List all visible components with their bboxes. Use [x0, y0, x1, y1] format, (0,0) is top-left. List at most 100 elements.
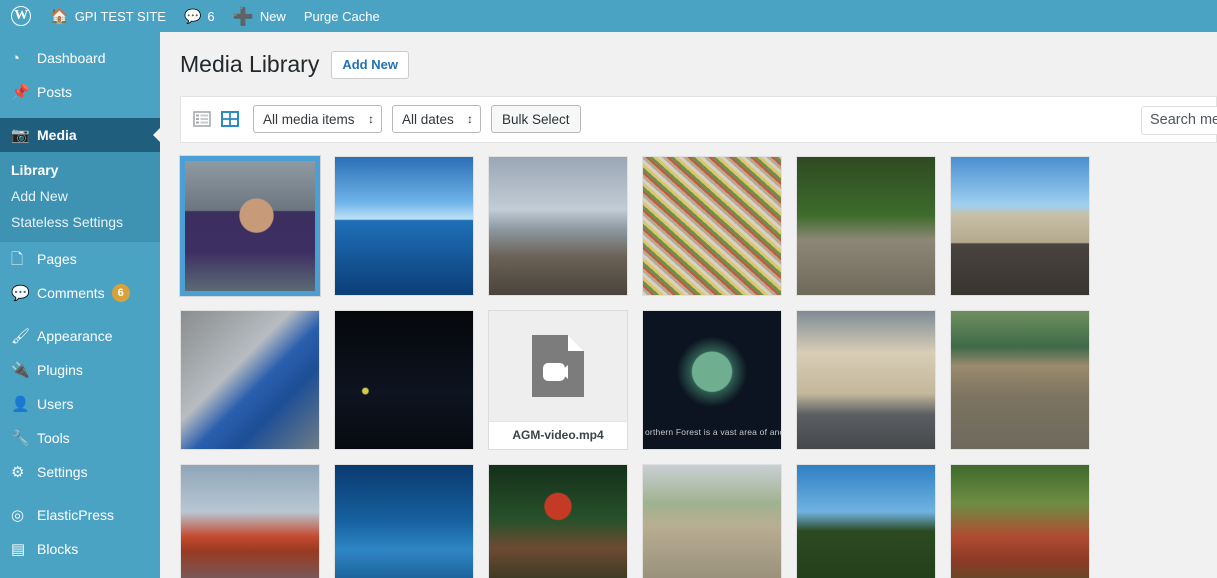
sidebar-item-plugins[interactable]: 🔌 Plugins	[0, 353, 160, 387]
media-thumbnail	[642, 155, 782, 296]
pin-icon: 📌	[11, 83, 30, 101]
add-new-button[interactable]: Add New	[331, 50, 409, 80]
admin-bar: W 🏠 GPI TEST SITE 💬 6 ➕ New Purge Cache	[0, 0, 1217, 32]
media-item-4[interactable]	[642, 155, 782, 296]
date-filter[interactable]: All dates	[392, 105, 481, 134]
media-item-7[interactable]	[180, 309, 320, 450]
sidebar-item-appearance[interactable]: 🖌 Appearance	[0, 319, 160, 353]
media-item-1[interactable]	[179, 154, 321, 297]
home-icon: 🏠	[50, 7, 69, 25]
sidebar-item-label: Settings	[37, 464, 88, 480]
media-image	[489, 156, 627, 295]
media-thumbnail	[334, 463, 474, 578]
sidebar-item-label: Blocks	[37, 541, 79, 557]
comment-bubble-icon: 💬	[11, 284, 30, 302]
media-thumbnail: orthern Forest is a vast area of ancient…	[642, 309, 782, 450]
media-image	[185, 160, 315, 291]
media-item-17[interactable]	[796, 463, 936, 578]
grid-view-icon[interactable]	[219, 108, 241, 130]
sidebar-item-pages[interactable]: 🗋 Pages	[0, 242, 160, 276]
submenu-item-library[interactable]: Library	[0, 157, 160, 183]
media-image	[489, 464, 627, 578]
media-item-13[interactable]	[180, 463, 320, 578]
sidebar-item-label: Pages	[37, 251, 77, 267]
media-toolbar: All media items All dates Bulk Select	[180, 95, 1217, 143]
user-icon: 👤	[11, 395, 30, 413]
wordpress-logo-icon: W	[11, 6, 31, 26]
file-icon-area	[489, 311, 627, 421]
view-switch	[191, 108, 241, 130]
media-thumbnail	[796, 155, 936, 296]
sidebar-item-settings[interactable]: ⚙ Settings	[0, 455, 160, 489]
media-item-11[interactable]	[796, 309, 936, 450]
media-item-12[interactable]	[950, 309, 1090, 450]
sidebar-item-media[interactable]: 📷 Media	[0, 118, 160, 152]
media-camera-icon: 📷	[11, 126, 30, 144]
media-thumbnail	[950, 309, 1090, 450]
comment-bubble-icon: 💬	[183, 8, 202, 24]
sidebar-item-blocks[interactable]: ▤ Blocks	[0, 532, 160, 566]
media-image	[797, 156, 935, 295]
media-item-10[interactable]: orthern Forest is a vast area of ancient…	[642, 309, 782, 450]
new-content-button[interactable]: ➕ New	[224, 0, 295, 32]
media-item-6[interactable]	[950, 155, 1090, 296]
sidebar-item-dashboard[interactable]: ◔ Dashboard	[0, 41, 160, 75]
sidebar-item-label: ElasticPress	[37, 507, 115, 523]
sidebar-item-comments[interactable]: 💬 Comments 6	[0, 276, 160, 310]
submenu-item-add-new[interactable]: Add New	[0, 183, 160, 209]
wrench-icon: 🔧	[11, 429, 30, 447]
sidebar-item-posts[interactable]: 📌 Posts	[0, 75, 160, 109]
paintbrush-icon: 🖌	[11, 327, 31, 345]
media-filter-wrap: All media items	[253, 105, 392, 134]
sidebar-item-label: Media	[37, 127, 77, 143]
media-image	[951, 464, 1089, 578]
media-item-9[interactable]: AGM-video.mp4	[488, 309, 628, 450]
sidebar-item-tools[interactable]: 🔧 Tools	[0, 421, 160, 455]
media-item-14[interactable]	[334, 463, 474, 578]
comments-button[interactable]: 💬 6	[175, 0, 224, 32]
sidebar-item-label: Appearance	[37, 328, 113, 344]
search-input[interactable]	[1141, 105, 1217, 135]
page-icon: 🗋	[11, 250, 24, 268]
media-image	[797, 464, 935, 578]
site-name-button[interactable]: 🏠 GPI TEST SITE	[41, 0, 175, 32]
sidebar-separator	[0, 109, 160, 118]
sidebar-item-label: Posts	[37, 84, 73, 100]
media-image	[181, 464, 319, 578]
media-submenu: Library Add New Stateless Settings	[0, 152, 160, 242]
media-type-filter[interactable]: All media items	[253, 105, 382, 134]
sidebar-item-users[interactable]: 👤 Users	[0, 387, 160, 421]
media-item-18[interactable]	[950, 463, 1090, 578]
site-name-label: GPI TEST SITE	[74, 8, 166, 24]
media-image	[335, 464, 473, 578]
date-filter-wrap: All dates	[392, 105, 491, 134]
purge-cache-button[interactable]: Purge Cache	[295, 0, 389, 32]
page-title: Media Library	[180, 51, 320, 77]
media-thumbnail	[488, 463, 628, 578]
page-header: Media Library Add New	[160, 32, 1217, 80]
dashboard-icon: ◔	[11, 49, 21, 67]
bulk-select-button[interactable]: Bulk Select	[491, 105, 581, 134]
submenu-item-stateless-settings[interactable]: Stateless Settings	[0, 209, 160, 235]
comments-count-label: 6	[207, 8, 215, 24]
wordpress-logo-button[interactable]: W	[0, 0, 41, 32]
media-thumbnail	[179, 154, 321, 297]
sidebar-menu: ◔ Dashboard 📌 Posts 📷 Media Library Add New Stat…	[0, 41, 160, 566]
main-content: Media Library Add New All media items ↕ …	[160, 32, 1217, 578]
sidebar-item-elasticpress[interactable]: ◎ ElasticPress	[0, 498, 160, 532]
media-image	[643, 464, 781, 578]
comments-badge: 6	[111, 284, 130, 302]
media-item-3[interactable]	[488, 155, 628, 296]
media-item-16[interactable]	[642, 463, 782, 578]
media-thumbnail: AGM-video.mp4	[488, 309, 628, 450]
media-thumbnail	[334, 155, 474, 296]
elasticpress-icon: ◎	[11, 506, 25, 524]
media-item-8[interactable]	[334, 309, 474, 450]
media-item-15[interactable]	[488, 463, 628, 578]
media-item-5[interactable]	[796, 155, 936, 296]
media-image-caption: orthern Forest is a vast area of ancient…	[645, 426, 781, 437]
media-item-2[interactable]	[334, 155, 474, 296]
sidebar-top-spacer	[0, 32, 160, 41]
media-thumbnail	[642, 463, 782, 578]
list-view-icon[interactable]	[191, 108, 213, 130]
